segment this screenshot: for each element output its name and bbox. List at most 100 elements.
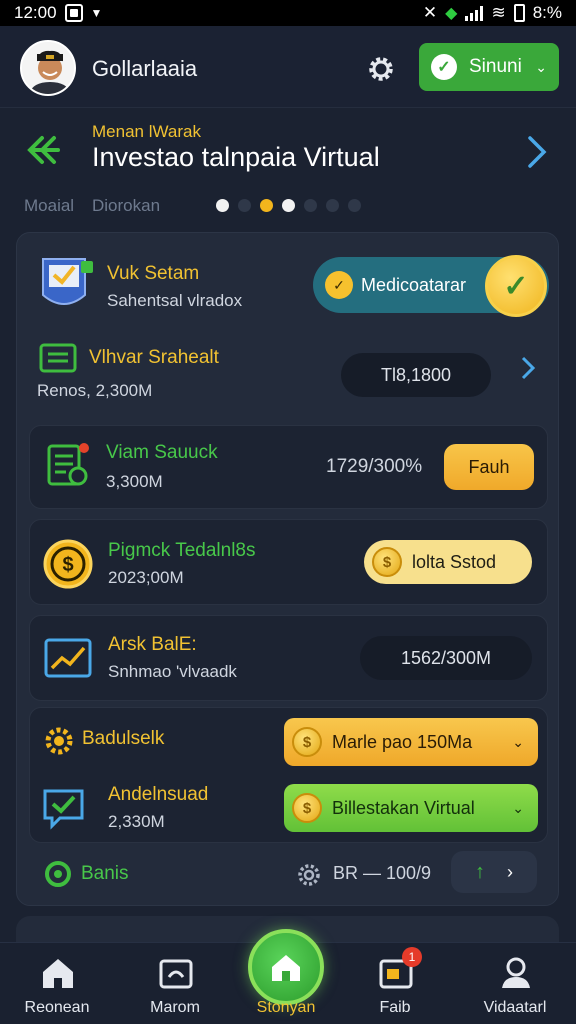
user-icon (502, 957, 530, 988)
nav-item-profile[interactable]: Vidaatarl (460, 943, 570, 1024)
carousel-indicator[interactable] (216, 199, 361, 212)
forward-button[interactable]: ↑ › (451, 851, 537, 893)
tab-diorokan[interactable]: Diorokan (92, 196, 160, 216)
item-title: Arsk BalE: (108, 634, 197, 655)
item-subtitle: Renos, 2,300M (37, 381, 153, 400)
nav-item-center[interactable] (248, 929, 324, 1005)
item-subtitle: Sahentsal vlradox (107, 291, 243, 310)
item-value: BR — 100/9 (333, 863, 432, 883)
nav-label: Vidaatarl (483, 999, 547, 1016)
item-title: Pigmck Tedalnl8s (108, 540, 256, 561)
list-item[interactable]: $ Pigmck Tedalnl8s 2023;00M $ lolta Ssto… (29, 519, 548, 605)
page-subtitle: Menan lWarak (92, 122, 201, 141)
gear-icon (369, 57, 393, 81)
nav-item-home[interactable]: Reonean (2, 943, 112, 1024)
notification-badge: 1 (402, 947, 422, 967)
dropdown-value: Marle pao 150Ma (332, 731, 473, 752)
list-item[interactable]: Viam Sauuck 3,300M 1729/300% Fauh (29, 425, 548, 509)
nav-label: Marom (150, 999, 200, 1016)
carousel-dot[interactable] (216, 199, 229, 212)
coin-icon: $ (372, 547, 402, 577)
button-label: Medicoatarar (361, 274, 467, 295)
leaf-icon: ◆ (445, 5, 458, 22)
item-title: Vuk Setam (107, 263, 200, 284)
center-home-icon (272, 955, 300, 981)
back-button[interactable] (24, 130, 64, 170)
item-subtitle: 2,330M (108, 812, 165, 831)
gear-icon (45, 727, 73, 755)
chevron-right-icon[interactable] (519, 355, 537, 381)
double-arrow-left-icon (27, 136, 60, 164)
wifi-icon: ≋ (491, 3, 506, 22)
status-bar: 12:00 ▼ ✕ ◆ ≋ 8:% (0, 0, 576, 26)
check-icon: ✓ (325, 271, 353, 299)
chevron-down-icon: ⌄ (512, 733, 524, 750)
coin-icon: $ (292, 793, 322, 823)
check-icon: ✓ (431, 54, 457, 80)
list-item[interactable]: Vuk Setam Sahentsal vlradox ✓ Medicoatar… (29, 241, 549, 325)
gear-icon (298, 864, 320, 886)
billestakan-dropdown[interactable]: $ Billestakan Virtual ⌄ (284, 784, 538, 832)
nav-label: Stonyan (256, 999, 316, 1016)
nav-item-card[interactable]: Faib (340, 943, 450, 1024)
shield-check-icon (42, 258, 93, 305)
button-label: lolta Sstod (412, 551, 497, 572)
item-title: Andelnsuad (108, 784, 209, 805)
tab-moaial[interactable]: Moaial (24, 196, 74, 216)
mute-icon: ✕ (422, 3, 438, 22)
list-group: Badulselk $ Marle pao 150Ma ⌄ Andelnsuad… (29, 707, 548, 843)
carousel-dot[interactable] (348, 199, 361, 212)
list-item[interactable]: Vlhvar Srahealt Renos, 2,300M Tl8,1800 (29, 331, 548, 413)
battery-icon (513, 4, 525, 22)
list-card-icon (39, 343, 77, 373)
notification-icon (64, 4, 83, 22)
item-subtitle: Snhmao 'vlvaadk (108, 662, 237, 681)
dollar-coin-icon: $ (43, 539, 93, 589)
chevron-down-icon: ⌄ (512, 799, 524, 816)
avatar[interactable] (20, 40, 76, 96)
coin-icon: $ (292, 727, 322, 757)
battery-text: 8:% (532, 3, 562, 22)
item-title: Viam Sauuck (106, 442, 218, 463)
chart-trend-icon (44, 638, 92, 678)
fauh-button[interactable]: Fauh (444, 444, 534, 490)
item-subtitle: 2023;00M (108, 568, 184, 587)
carousel-dot[interactable] (282, 199, 295, 212)
avatar-icon (22, 42, 74, 94)
chevron-right-icon: › (507, 861, 513, 882)
target-icon (45, 861, 71, 887)
investment-panel: Vuk Setam Sahentsal vlradox ✓ Medicoatar… (16, 232, 559, 906)
nav-item-wallet[interactable]: Marom (120, 943, 230, 1024)
page-title: Investao talnpaia Virtual (92, 142, 380, 172)
lolta-sstod-button[interactable]: $ lolta Sstod (364, 540, 532, 584)
item-value: 1729/300% (326, 456, 423, 477)
signal-icon (465, 5, 484, 21)
item-value: 1562/300M (360, 636, 532, 680)
chevron-right-icon (528, 136, 547, 168)
settings-button[interactable] (364, 52, 398, 86)
list-item[interactable]: Arsk BalE: Snhmao 'vlvaadk 1562/300M (29, 615, 548, 701)
list-item[interactable]: Banis BR — 100/9 ↑ › (29, 847, 548, 899)
dropdown-value: Billestakan Virtual (332, 797, 475, 818)
arrow-up-icon: ↑ (475, 860, 485, 883)
nav-label: Faib (379, 999, 411, 1016)
chevron-down-icon: ⌄ (535, 58, 547, 75)
item-subtitle: 3,300M (106, 472, 163, 491)
carousel-dot[interactable] (238, 199, 251, 212)
forward-button[interactable] (520, 132, 554, 172)
carousel-dot-active[interactable] (260, 199, 273, 212)
item-value: Tl8,1800 (341, 353, 491, 397)
carousel-dot[interactable] (304, 199, 317, 212)
marle-pao-dropdown[interactable]: $ Marle pao 150Ma ⌄ (284, 718, 538, 766)
item-title: Banis (81, 863, 129, 884)
message-check-icon (43, 789, 84, 830)
sync-label: Sinuni (469, 56, 522, 77)
status-time: 12:00 (14, 3, 57, 22)
nav-label: Reonean (24, 999, 90, 1016)
document-check-icon (47, 443, 89, 486)
svg-text:$: $ (62, 554, 73, 576)
check-circle-icon: ✓ (485, 255, 547, 317)
wallet-icon (159, 959, 193, 989)
carousel-dot[interactable] (326, 199, 339, 212)
sync-button[interactable]: ✓ Sinuni ⌄ (419, 43, 559, 91)
